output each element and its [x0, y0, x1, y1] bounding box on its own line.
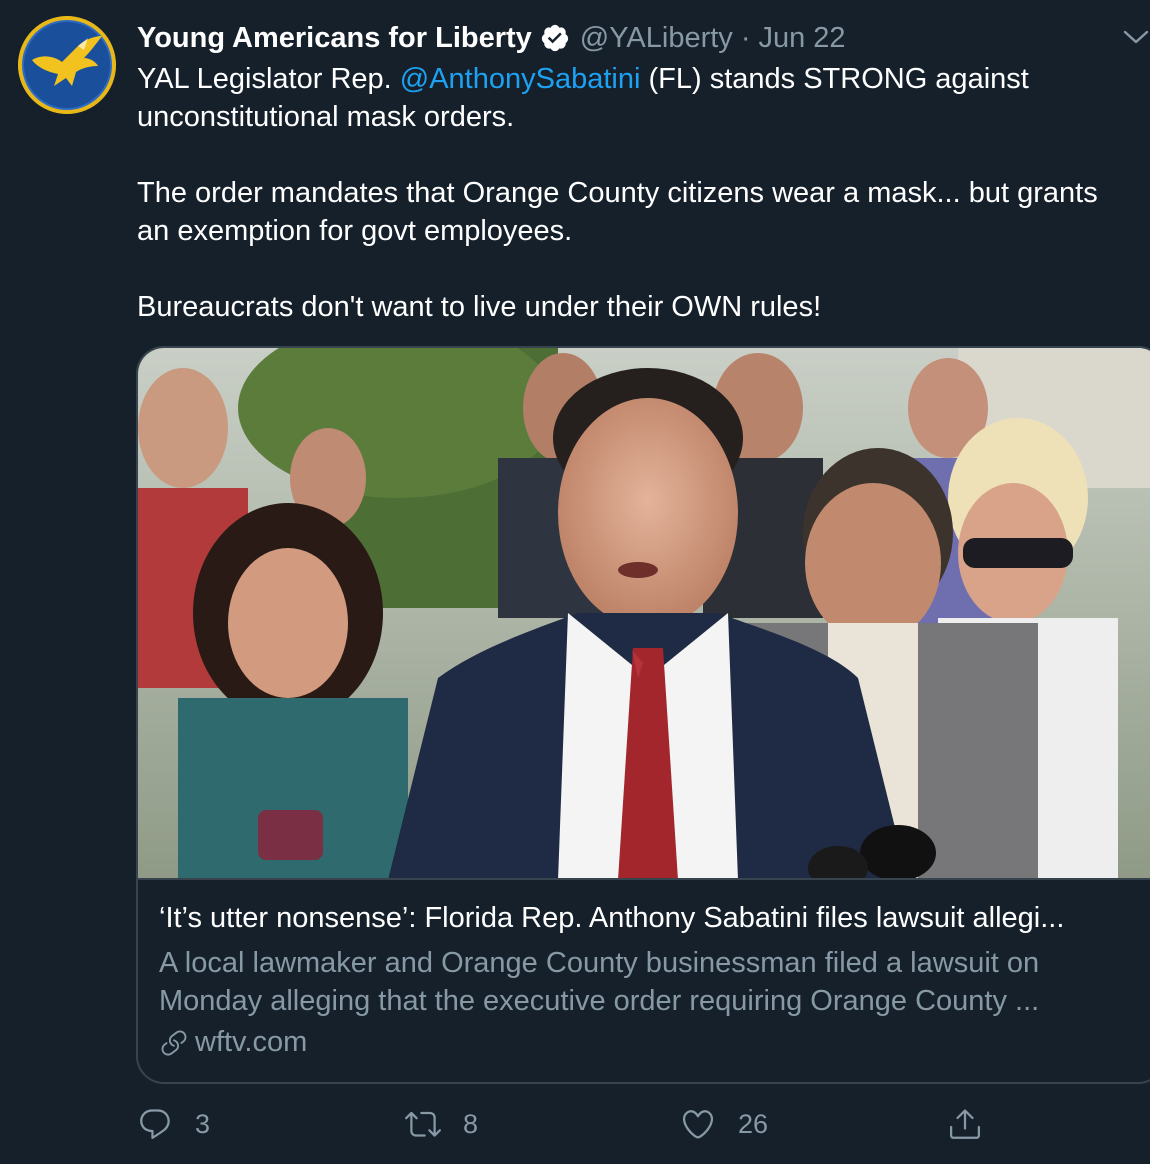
share-icon: [947, 1106, 983, 1142]
verified-badge-icon: [540, 23, 570, 53]
card-title[interactable]: ‘It’s utter nonsense’: Florida Rep. Anth…: [159, 902, 1149, 935]
share-button[interactable]: [947, 1104, 983, 1144]
retweet-icon: [405, 1106, 441, 1142]
heart-icon: [680, 1106, 716, 1142]
reply-button[interactable]: 3: [137, 1104, 210, 1144]
author-handle[interactable]: @YALiberty: [580, 22, 733, 55]
mention-link[interactable]: @AnthonySabatini: [400, 63, 641, 95]
card-domain-label: wftv.com: [195, 1026, 308, 1058]
reply-count: 3: [195, 1108, 211, 1139]
eagle-logo: [18, 16, 116, 114]
tweet-paragraph-3: Bureaucrats don't want to live under the…: [137, 291, 822, 323]
link-icon: [159, 1028, 189, 1058]
avatar[interactable]: [18, 16, 116, 114]
retweet-count: 8: [463, 1108, 479, 1139]
press-conference-photo: [138, 348, 1150, 878]
chevron-down-icon[interactable]: [1122, 26, 1150, 48]
like-count: 26: [738, 1108, 769, 1139]
card-domain: wftv.com: [159, 1026, 307, 1059]
tweet-paragraph-1: YAL Legislator Rep. @AnthonySabatini (FL…: [137, 60, 1127, 136]
tweet-text: YAL Legislator Rep. @AnthonySabatini (FL…: [137, 60, 1127, 326]
tweet-text-part: YAL Legislator Rep.: [137, 63, 400, 95]
author-display-name[interactable]: Young Americans for Liberty: [137, 22, 532, 55]
tweet-actions: 3 8 26: [137, 1104, 1137, 1144]
retweet-button[interactable]: 8: [405, 1104, 478, 1144]
tweet-paragraph-2: The order mandates that Orange County ci…: [137, 177, 1098, 247]
reply-icon: [137, 1106, 173, 1142]
tweet-date[interactable]: Jun 22: [758, 22, 845, 55]
card-description: A local lawmaker and Orange County busin…: [159, 947, 1040, 1017]
tweet[interactable]: Young Americans for Liberty @YALiberty ·…: [0, 0, 1150, 1164]
card-image[interactable]: [138, 348, 1150, 880]
separator-dot: ·: [740, 21, 751, 54]
link-preview-card[interactable]: ‘It’s utter nonsense’: Florida Rep. Anth…: [136, 346, 1150, 1084]
tweet-header: Young Americans for Liberty @YALiberty ·…: [137, 20, 846, 56]
like-button[interactable]: 26: [680, 1104, 768, 1144]
